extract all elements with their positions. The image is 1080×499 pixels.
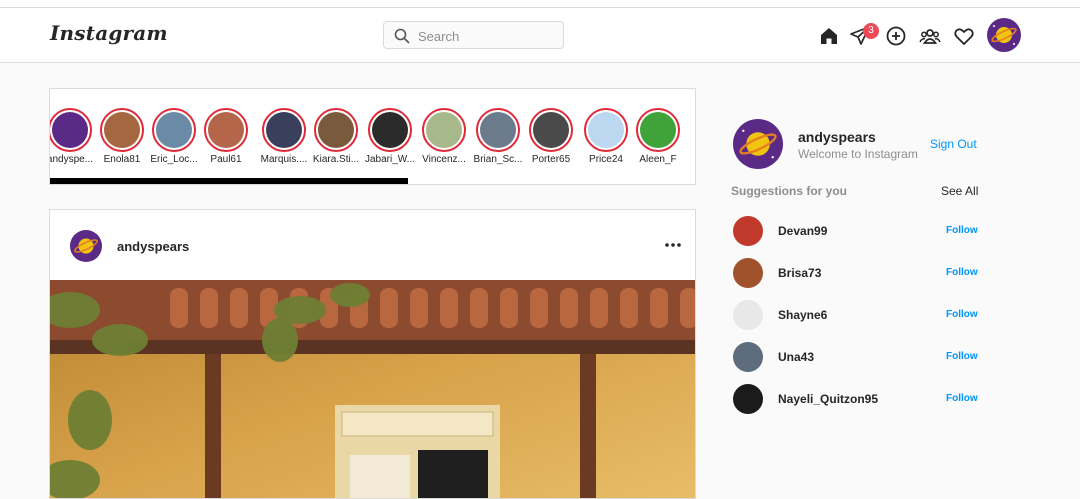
suggestion-username[interactable]: Shayne6 [778, 308, 827, 322]
suggestion-item: Brisa73 Follow [733, 258, 979, 288]
suggestion-avatar[interactable] [733, 300, 763, 330]
post-author-name[interactable]: andyspears [117, 239, 189, 254]
story-username: Eric_Loc... [150, 154, 198, 165]
search-box[interactable] [383, 21, 564, 49]
story-item[interactable]: Kiara.Sti... [308, 108, 364, 165]
story-ring [152, 108, 196, 152]
browser-top-strip [0, 0, 1080, 8]
suggestions-title: Suggestions for you [731, 184, 848, 198]
story-item[interactable]: Marquis.... [256, 108, 312, 165]
story-username: Paul61 [210, 154, 242, 165]
heart-icon[interactable] [953, 25, 975, 47]
suggestion-avatar[interactable] [733, 384, 763, 414]
story-ring [584, 108, 628, 152]
suggestion-item: Nayeli_Quitzon95 Follow [733, 384, 979, 414]
story-ring [476, 108, 520, 152]
sidebar-username[interactable]: andyspears [798, 129, 876, 145]
story-item[interactable]: Porter65 [523, 108, 579, 165]
story-username: Porter65 [531, 154, 571, 165]
story-username: Jabari_W... [364, 154, 416, 165]
story-ring [262, 108, 306, 152]
suggestion-username[interactable]: Brisa73 [778, 266, 821, 280]
follow-button[interactable]: Follow [946, 309, 978, 320]
planet-avatar-icon [733, 119, 783, 169]
suggestion-avatar[interactable] [733, 258, 763, 288]
story-username: Price24 [589, 154, 623, 165]
search-icon [394, 28, 410, 44]
story-item[interactable]: Vincenz... [416, 108, 472, 165]
story-username: andyspe... [49, 154, 94, 165]
suggestion-avatar[interactable] [733, 342, 763, 372]
sidebar-profile-avatar[interactable] [733, 119, 783, 169]
story-item[interactable]: Enola81 [94, 108, 150, 165]
story-username: Aleen_F [639, 154, 677, 165]
more-dots-icon[interactable] [662, 235, 684, 255]
story-ring [204, 108, 248, 152]
new-post-icon[interactable] [885, 25, 907, 47]
story-item[interactable]: Paul61 [198, 108, 254, 165]
sign-out-button[interactable]: Sign Out [930, 137, 977, 151]
suggestion-item: Una43 Follow [733, 342, 979, 372]
story-ring [368, 108, 412, 152]
story-username: Enola81 [103, 154, 141, 165]
story-avatar [533, 112, 569, 148]
people-icon[interactable] [919, 25, 941, 47]
story-ring [529, 108, 573, 152]
planet-avatar-icon [987, 18, 1021, 52]
story-item[interactable]: Eric_Loc... [146, 108, 202, 165]
dm-count-badge: 3 [863, 23, 879, 39]
story-ring [100, 108, 144, 152]
follow-button[interactable]: Follow [946, 267, 978, 278]
instagram-logo[interactable]: Instagram [50, 21, 168, 45]
story-avatar [426, 112, 462, 148]
story-item[interactable]: Brian_Sc... [470, 108, 526, 165]
story-item[interactable]: Aleen_F [630, 108, 686, 165]
suggestion-item: Shayne6 Follow [733, 300, 979, 330]
search-input[interactable] [416, 26, 560, 46]
home-icon[interactable] [818, 25, 840, 47]
follow-button[interactable]: Follow [946, 351, 978, 362]
story-username: Brian_Sc... [473, 154, 523, 165]
post-photo[interactable] [50, 280, 696, 499]
story-username: Vincenz... [422, 154, 466, 165]
story-avatar [372, 112, 408, 148]
story-item[interactable]: Price24 [578, 108, 634, 165]
see-all-link[interactable]: See All [941, 184, 978, 198]
suggestion-avatar[interactable] [733, 216, 763, 246]
story-avatar [588, 112, 624, 148]
suggestion-username[interactable]: Devan99 [778, 224, 827, 238]
post-author-avatar[interactable] [70, 230, 102, 262]
suggestion-username[interactable]: Nayeli_Quitzon95 [778, 392, 878, 406]
stories-scrollbar[interactable] [50, 178, 408, 184]
top-nav-bar: Instagram 3 [0, 8, 1080, 63]
story-avatar [266, 112, 302, 148]
profile-avatar[interactable] [987, 18, 1021, 52]
story-avatar [640, 112, 676, 148]
story-ring [314, 108, 358, 152]
follow-button[interactable]: Follow [946, 225, 978, 236]
feed-post: andyspears [49, 209, 696, 499]
story-avatar [208, 112, 244, 148]
story-username: Marquis.... [260, 154, 308, 165]
story-username: Kiara.Sti... [312, 154, 360, 165]
suggestion-item: Devan99 Follow [733, 216, 979, 246]
story-avatar [52, 112, 88, 148]
story-avatar [104, 112, 140, 148]
sidebar-welcome-text: Welcome to Instagram [798, 147, 918, 161]
story-avatar [156, 112, 192, 148]
story-avatar [318, 112, 354, 148]
suggestion-username[interactable]: Una43 [778, 350, 814, 364]
planet-avatar-icon [70, 230, 102, 262]
story-ring [50, 108, 92, 152]
story-item[interactable]: andyspe... [49, 108, 98, 165]
story-avatar [480, 112, 516, 148]
story-ring [422, 108, 466, 152]
follow-button[interactable]: Follow [946, 393, 978, 404]
story-ring [636, 108, 680, 152]
story-item[interactable]: Jabari_W... [362, 108, 418, 165]
stories-strip[interactable]: andyspe... Enola81 Eric_Loc... Paul61 Marqui… [49, 88, 696, 185]
